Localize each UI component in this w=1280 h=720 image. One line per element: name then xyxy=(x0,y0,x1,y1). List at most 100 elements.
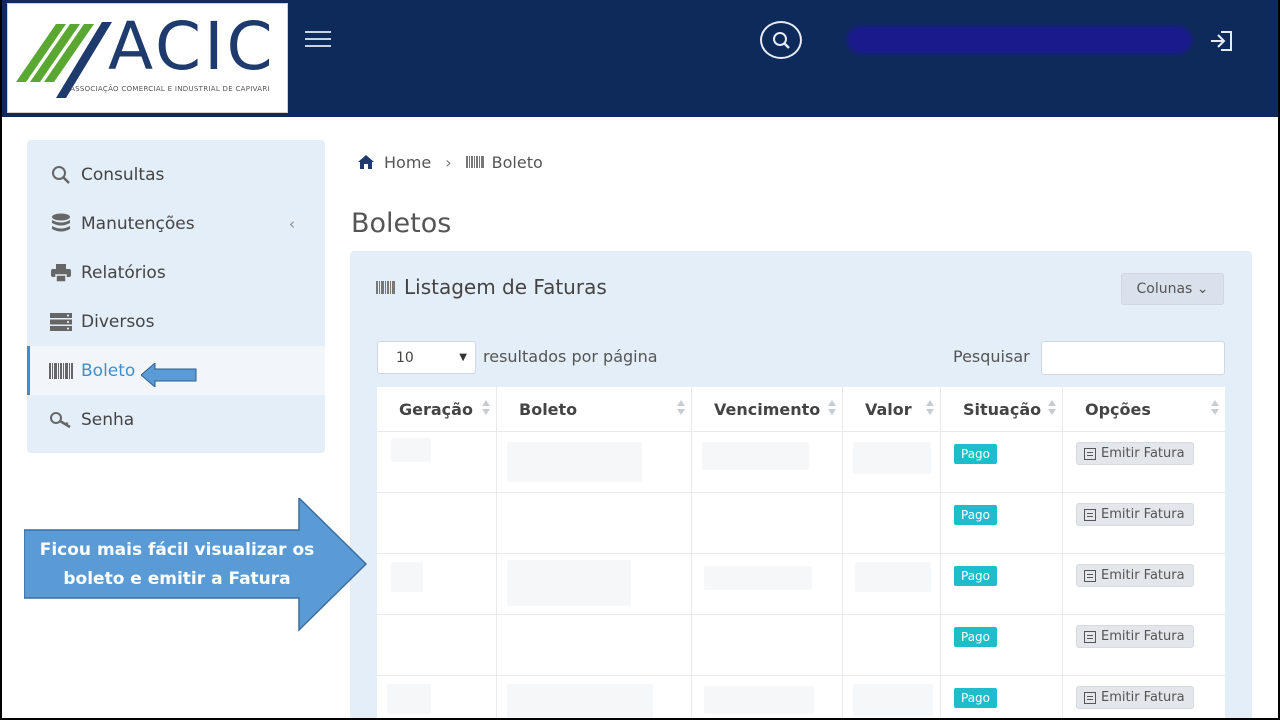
cell-situacao: Pago xyxy=(941,676,1063,718)
top-navbar: ACIC ASSOCIAÇÃO COMERCIAL E INDUSTRIAL D… xyxy=(2,0,1278,117)
logo-text: ACIC xyxy=(108,8,276,85)
sort-icon[interactable] xyxy=(482,400,490,418)
status-badge: Pago xyxy=(954,688,998,708)
printer-icon xyxy=(49,263,73,283)
emit-invoice-button[interactable]: Emitir Fatura xyxy=(1076,503,1194,526)
hamburger-icon[interactable] xyxy=(305,29,331,49)
cell-boleto xyxy=(497,432,692,492)
cell-situacao: Pago xyxy=(941,554,1063,614)
barcode-icon xyxy=(376,280,396,294)
sort-icon[interactable] xyxy=(677,400,685,418)
emit-invoice-button[interactable]: Emitir Fatura xyxy=(1076,686,1194,709)
emit-invoice-button[interactable]: Emitir Fatura xyxy=(1076,442,1194,465)
column-header-vencimento[interactable]: Vencimento xyxy=(692,387,843,431)
document-icon xyxy=(1084,691,1096,704)
document-icon xyxy=(1084,630,1096,643)
server-icon xyxy=(49,312,73,332)
chevron-left-icon[interactable]: ‹ xyxy=(289,215,295,233)
sidebar: Consultas Manutenções ‹ Relatórios Diver… xyxy=(27,140,325,453)
sidebar-item-manutencoes[interactable]: Manutenções ‹ xyxy=(27,199,325,248)
cell-situacao: Pago xyxy=(941,615,1063,675)
page-length-label: resultados por página xyxy=(483,347,658,366)
cell-opcoes: Emitir Fatura xyxy=(1063,493,1225,553)
cell-boleto xyxy=(497,493,692,553)
search-input[interactable] xyxy=(1041,341,1225,375)
cell-boleto xyxy=(497,676,692,718)
column-header-opcoes[interactable]: Opções xyxy=(1063,387,1225,431)
cell-valor xyxy=(843,676,941,718)
table-row: Pago Emitir Fatura xyxy=(377,554,1225,615)
cell-opcoes: Emitir Fatura xyxy=(1063,615,1225,675)
cell-geracao xyxy=(377,554,497,614)
cell-boleto xyxy=(497,615,692,675)
document-icon xyxy=(1084,447,1096,460)
sidebar-item-label: Boleto xyxy=(81,360,136,381)
sidebar-item-diversos[interactable]: Diversos xyxy=(27,297,325,346)
sidebar-item-consultas[interactable]: Consultas xyxy=(27,150,325,199)
logo-subtitle: ASSOCIAÇÃO COMERCIAL E INDUSTRIAL DE CAP… xyxy=(70,85,270,93)
cell-vencimento xyxy=(692,676,843,718)
sort-icon[interactable] xyxy=(926,400,934,418)
table-row: Pago Emitir Fatura xyxy=(377,493,1225,554)
database-icon xyxy=(49,213,73,234)
sidebar-item-label: Consultas xyxy=(81,164,165,185)
column-header-geracao[interactable]: Geração xyxy=(377,387,497,431)
screenshot-frame: ACIC ASSOCIAÇÃO COMERCIAL E INDUSTRIAL D… xyxy=(0,0,1280,720)
sidebar-item-label: Manutenções xyxy=(81,213,195,234)
document-icon xyxy=(1084,508,1096,521)
search-icon xyxy=(49,165,73,185)
sidebar-item-label: Diversos xyxy=(81,311,155,332)
breadcrumb-current: Boleto xyxy=(491,152,543,172)
panel-title: Listagem de Faturas xyxy=(376,275,607,299)
cell-opcoes: Emitir Fatura xyxy=(1063,676,1225,718)
column-header-situacao[interactable]: Situação xyxy=(941,387,1063,431)
columns-button[interactable]: Colunas ⌄ xyxy=(1121,273,1224,305)
emit-invoice-button[interactable]: Emitir Fatura xyxy=(1076,564,1194,587)
cell-opcoes: Emitir Fatura xyxy=(1063,554,1225,614)
sidebar-item-relatorios[interactable]: Relatórios xyxy=(27,248,325,297)
table-row: Pago Emitir Fatura xyxy=(377,615,1225,676)
sort-icon[interactable] xyxy=(1211,400,1219,418)
sidebar-item-senha[interactable]: Senha xyxy=(27,395,325,444)
status-badge: Pago xyxy=(954,627,998,647)
cell-valor xyxy=(843,432,941,492)
table-row: Pago Emitir Fatura xyxy=(377,676,1225,718)
cell-geracao xyxy=(377,615,497,675)
cell-valor xyxy=(843,493,941,553)
sidebar-item-label: Senha xyxy=(81,409,135,430)
pointer-arrow-icon xyxy=(141,363,197,387)
cell-opcoes: Emitir Fatura xyxy=(1063,432,1225,492)
cell-situacao: Pago xyxy=(941,432,1063,492)
document-icon xyxy=(1084,569,1096,582)
cell-vencimento xyxy=(692,493,843,553)
sort-icon[interactable] xyxy=(1048,400,1056,418)
acic-logo[interactable]: ACIC ASSOCIAÇÃO COMERCIAL E INDUSTRIAL D… xyxy=(7,3,288,113)
table-header-row: Geração Boleto Vencimento Valor Situação… xyxy=(377,387,1225,432)
column-header-valor[interactable]: Valor xyxy=(843,387,941,431)
cell-geracao xyxy=(377,493,497,553)
sidebar-item-label: Relatórios xyxy=(81,262,166,283)
page-length-select[interactable]: 10 ▼ xyxy=(377,341,476,374)
breadcrumb-home[interactable]: Home xyxy=(384,153,431,172)
cell-valor xyxy=(843,615,941,675)
cell-situacao: Pago xyxy=(941,493,1063,553)
logout-icon[interactable] xyxy=(1209,29,1235,53)
search-icon[interactable] xyxy=(760,21,802,59)
table-row: Pago Emitir Fatura xyxy=(377,432,1225,493)
key-icon xyxy=(49,410,73,430)
status-badge: Pago xyxy=(954,444,998,464)
callout-text: Ficou mais fácil visualizar os boleto e … xyxy=(24,536,330,594)
status-badge: Pago xyxy=(954,505,998,525)
callout-line-2: boleto e emitir a Fatura xyxy=(63,569,291,589)
search-label: Pesquisar xyxy=(953,347,1030,366)
page-length-value: 10 xyxy=(396,349,414,366)
sort-icon[interactable] xyxy=(828,400,836,418)
emit-invoice-button[interactable]: Emitir Fatura xyxy=(1076,625,1194,648)
cell-geracao xyxy=(377,432,497,492)
cell-boleto xyxy=(497,554,692,614)
invoice-table: Geração Boleto Vencimento Valor Situação… xyxy=(377,387,1225,718)
column-header-boleto[interactable]: Boleto xyxy=(497,387,692,431)
cell-vencimento xyxy=(692,432,843,492)
status-badge: Pago xyxy=(954,566,998,586)
home-icon[interactable] xyxy=(358,155,374,169)
